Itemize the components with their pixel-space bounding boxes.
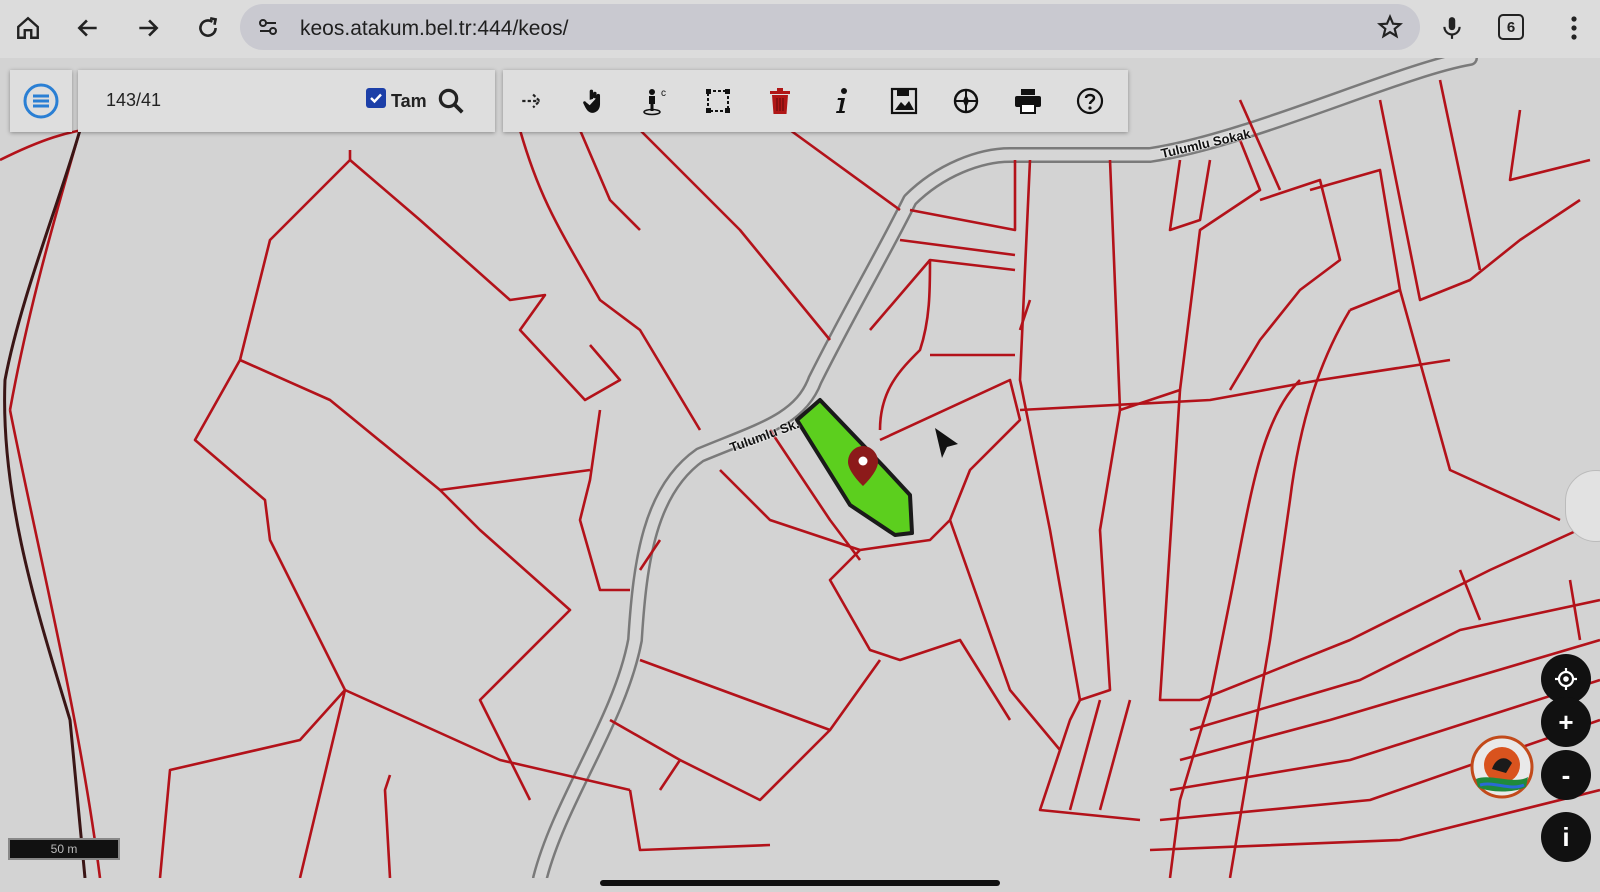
info-button[interactable]: i <box>1541 812 1591 862</box>
map-tools-panel: c <box>503 70 1128 132</box>
save-image-icon[interactable] <box>885 82 923 120</box>
print-icon[interactable] <box>1009 82 1047 120</box>
help-icon[interactable] <box>1071 82 1109 120</box>
microphone-icon[interactable] <box>1434 10 1470 46</box>
url-text[interactable]: keos.atakum.bel.tr:444/keos/ <box>300 17 568 41</box>
parcel-search-panel: 143/41 Tam <box>78 70 495 132</box>
site-settings-icon[interactable] <box>250 9 286 45</box>
trash-icon[interactable] <box>761 82 799 120</box>
scale-bar: 50 m <box>8 838 120 860</box>
star-icon[interactable] <box>1372 9 1408 45</box>
exact-match-checkbox[interactable] <box>366 88 386 108</box>
layers-menu-panel <box>10 70 72 132</box>
zoom-out-button[interactable]: - <box>1541 750 1591 800</box>
search-icon[interactable] <box>432 82 470 120</box>
crosshair-icon <box>1555 668 1577 690</box>
reload-icon[interactable] <box>190 10 226 46</box>
forward-icon[interactable] <box>130 10 166 46</box>
zoom-in-button[interactable]: + <box>1541 697 1591 747</box>
browser-toolbar: keos.atakum.bel.tr:444/keos/ 6 <box>0 0 1600 58</box>
more-icon[interactable] <box>1556 10 1592 46</box>
back-icon[interactable] <box>70 10 106 46</box>
pan-hand-icon[interactable] <box>575 82 613 120</box>
select-box-icon[interactable] <box>699 82 737 120</box>
parcel-search-input[interactable]: 143/41 <box>106 90 161 111</box>
home-icon[interactable] <box>10 10 46 46</box>
arrow-tool-icon[interactable] <box>513 82 551 120</box>
exact-match-label: Tam <box>391 91 427 111</box>
svg-text:c: c <box>661 88 666 99</box>
tabs-icon[interactable]: 6 <box>1498 14 1524 40</box>
menu-list-icon[interactable] <box>22 82 60 120</box>
compass-icon[interactable] <box>947 82 985 120</box>
info-icon[interactable] <box>823 82 861 120</box>
coordinate-person-icon[interactable]: c <box>637 82 675 120</box>
home-indicator <box>600 880 1000 886</box>
address-bar[interactable]: keos.atakum.bel.tr:444/keos/ <box>240 4 1420 50</box>
parcel-map[interactable] <box>0 58 1600 878</box>
municipality-logo <box>1470 735 1534 799</box>
